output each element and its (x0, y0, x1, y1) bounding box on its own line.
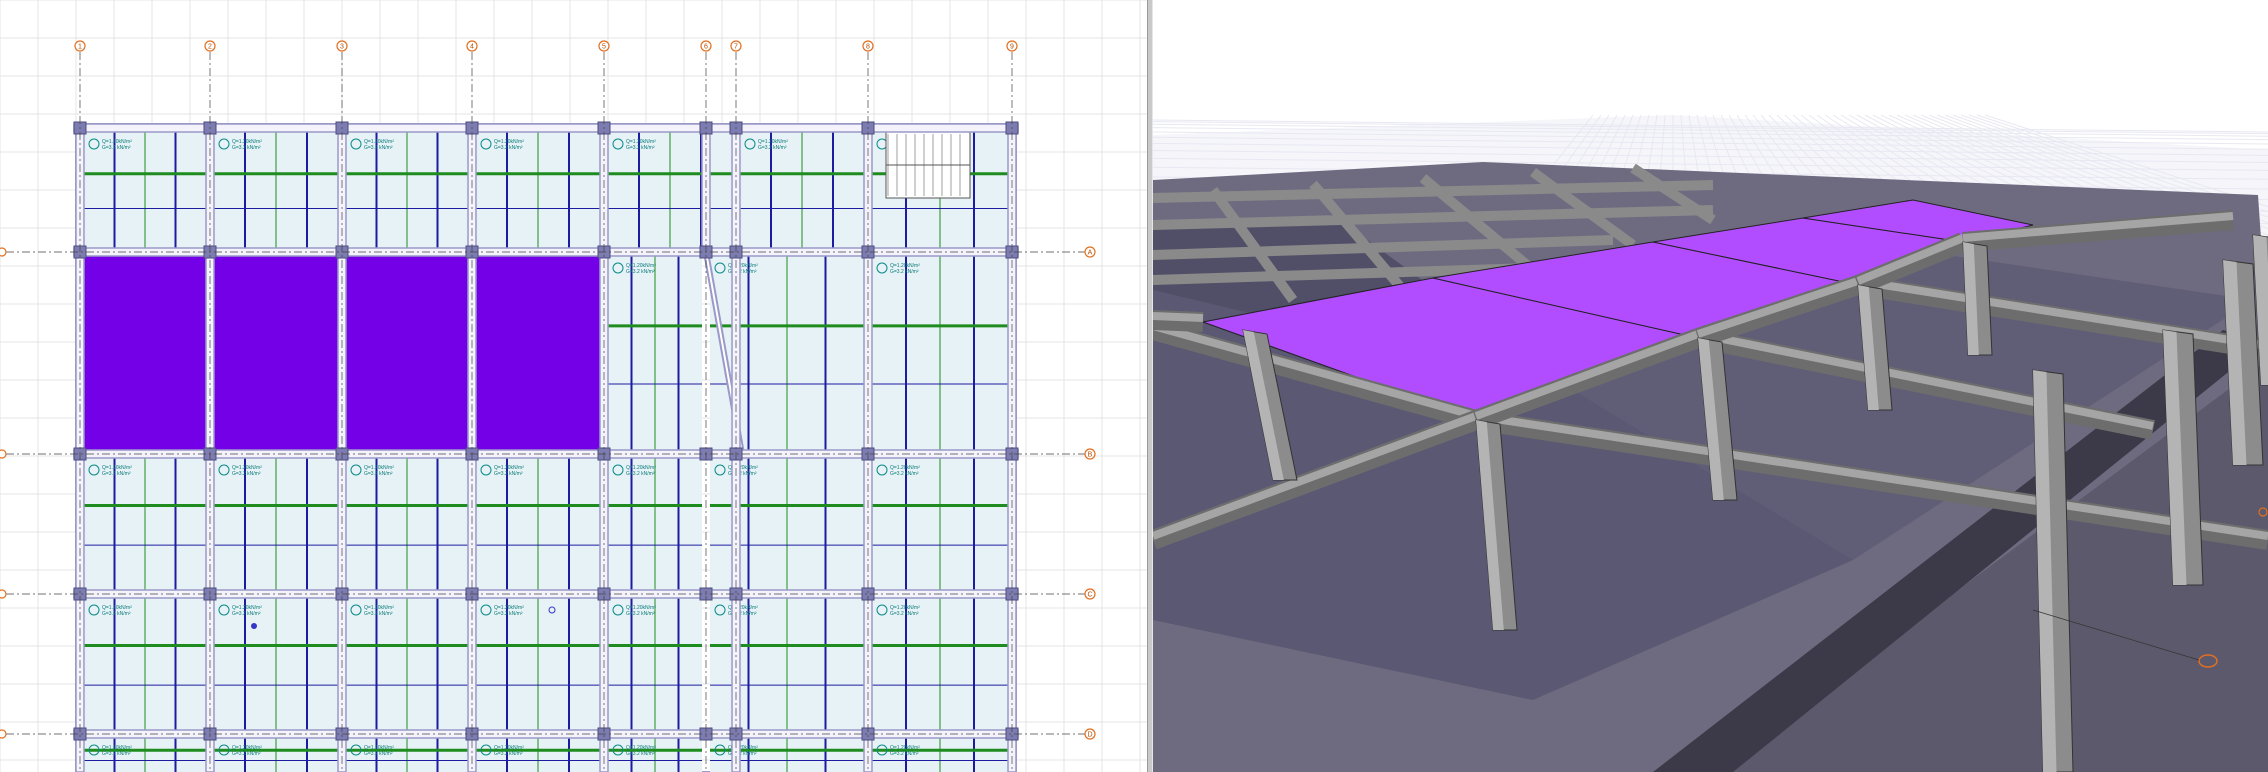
slab-load-note: G=3.2 kN/m² (494, 145, 523, 151)
slab-load-note: G=3.2 kN/m² (232, 611, 261, 617)
3d-canvas[interactable] (1153, 0, 2268, 772)
slab-load-note: G=3.2 kN/m² (626, 751, 655, 757)
axis-marker-label: D (1087, 732, 1092, 739)
slab-load-note: G=3.2 kN/m² (364, 611, 393, 617)
slab-load-note: G=3.2 kN/m² (364, 145, 393, 151)
slab-load-note: G=3.2 kN/m² (494, 751, 523, 757)
slab-load-note: G=3.2 kN/m² (626, 471, 655, 477)
selected-slab-panel[interactable] (346, 256, 468, 450)
slab-load-note: G=3.2 kN/m² (758, 145, 787, 151)
slab-load-note: G=3.2 kN/m² (494, 611, 523, 617)
axis-marker-label: 8 (866, 44, 870, 51)
selection-marker-icon[interactable] (251, 623, 257, 629)
slab-load-note: G=3.2 kN/m² (102, 145, 131, 151)
slab-load-note: G=3.2 kN/m² (626, 269, 655, 275)
slab-load-note: G=3.2 kN/m² (232, 751, 261, 757)
slab-load-note: G=3.2 kN/m² (890, 471, 919, 477)
slab-load-note: G=3.2 kN/m² (364, 471, 393, 477)
axis-marker-icon[interactable] (0, 589, 7, 599)
axis-marker-icon[interactable] (0, 729, 7, 739)
axis-marker-label: 9 (1010, 44, 1014, 51)
slab-load-note: G=3.2 kN/m² (232, 471, 261, 477)
concrete-beam-top (1153, 312, 1204, 322)
slab-load-note: G=3.2 kN/m² (364, 751, 393, 757)
axis-marker-label: 3 (340, 44, 344, 51)
stair-symbol[interactable] (885, 131, 971, 199)
axis-marker-label: 4 (470, 44, 474, 51)
slab-load-note: G=3.2 kN/m² (890, 611, 919, 617)
axis-marker-label: 7 (734, 44, 738, 51)
axis-marker-label: A (1088, 250, 1093, 257)
axis-marker-label: C (1087, 592, 1092, 599)
axis-marker-label: 6 (704, 44, 708, 51)
slab-load-note: G=3.2 kN/m² (890, 751, 919, 757)
axis-marker-label: 2 (208, 44, 212, 51)
slab-load-note: G=3.2 kN/m² (232, 145, 261, 151)
selected-slab-panel[interactable] (214, 256, 338, 450)
axis-marker-icon[interactable] (0, 449, 7, 459)
slab-load-note: G=3.2 kN/m² (626, 611, 655, 617)
selected-slab-panel[interactable] (84, 256, 206, 450)
axis-marker-label: 5 (602, 44, 606, 51)
axis-marker-icon[interactable] (0, 247, 7, 257)
selected-slab-panel[interactable] (476, 256, 600, 450)
slab-load-note: G=3.2 kN/m² (102, 751, 131, 757)
slab-load-note: G=3.2 kN/m² (102, 471, 131, 477)
slab-load-note: G=3.2 kN/m² (494, 471, 523, 477)
slab-load-note: G=3.2 kN/m² (890, 269, 919, 275)
axis-marker-label: B (1088, 452, 1093, 459)
3d-model-view[interactable] (1153, 0, 2268, 772)
slab-load-note: G=3.2 kN/m² (102, 611, 131, 617)
slab-load-note: G=3.2 kN/m² (626, 145, 655, 151)
axis-marker-label: 1 (78, 44, 82, 51)
structural-plan-view[interactable]: Q=1.20kN/m² G=3.2 kN/m² Q=1.20kN/m² G=3.2 k… (0, 0, 1147, 772)
plan-canvas[interactable]: Q=1.20kN/m²G=3.2 kN/m²Q=1.20kN/m²G=3.2 k… (0, 0, 1147, 772)
